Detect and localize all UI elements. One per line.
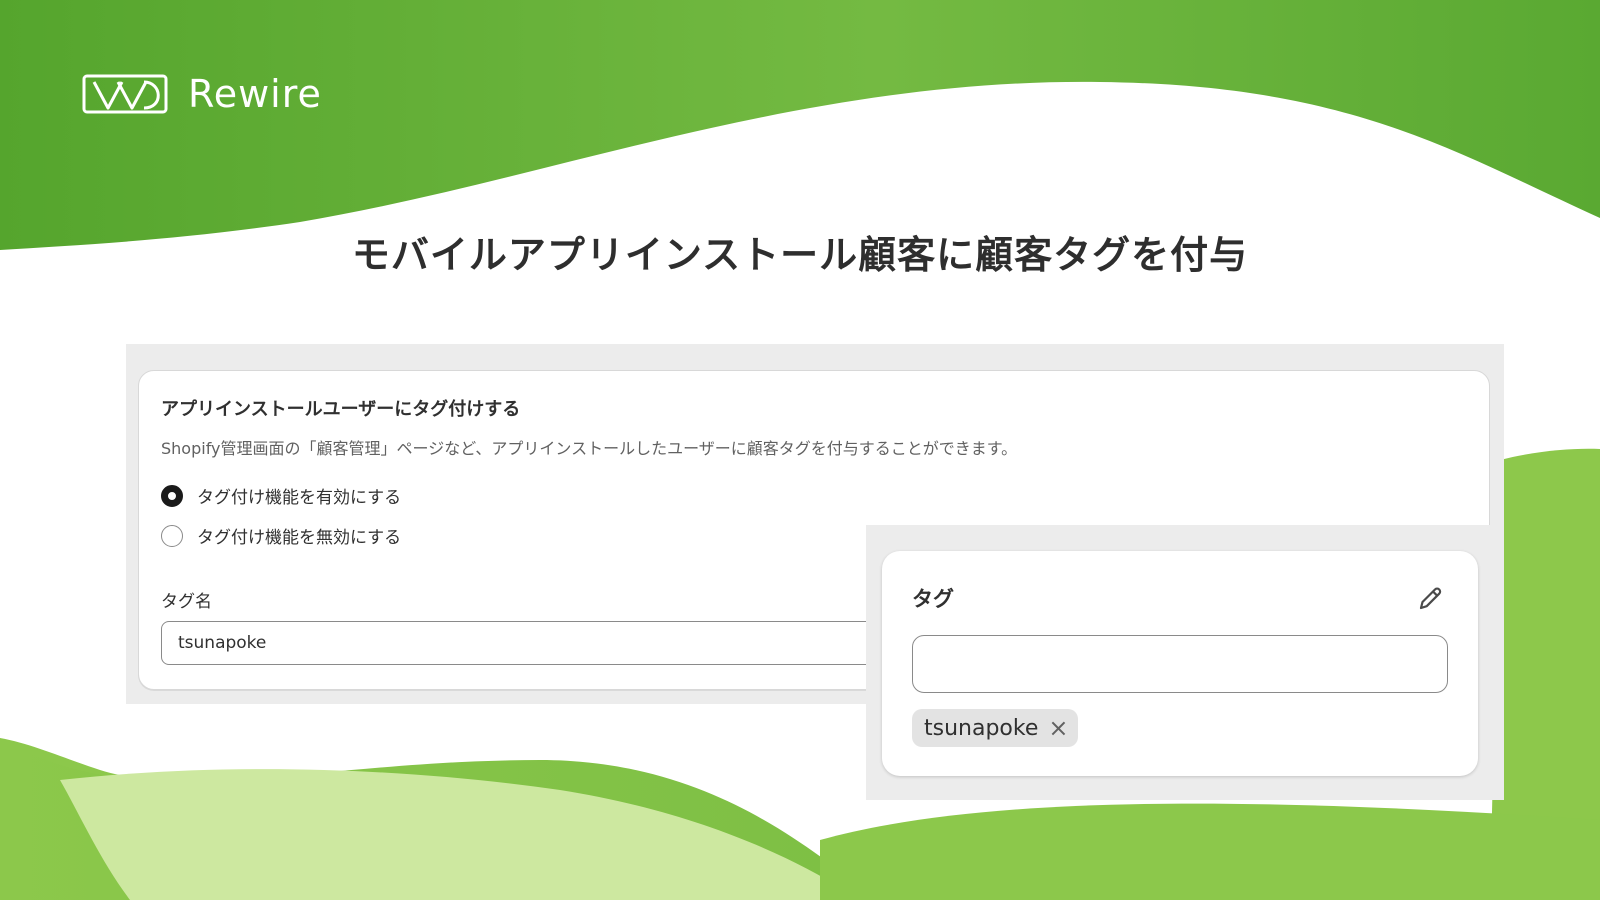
radio-button-unchecked[interactable]	[161, 524, 183, 547]
tag-name-value: tsunapoke	[178, 633, 267, 653]
brand-name: Rewire	[188, 72, 322, 116]
tag-chip-label: tsunapoke	[924, 715, 1039, 741]
radio-option-label: タグ付け機能を無効にする	[197, 528, 402, 548]
radio-option-enable[interactable]: タグ付け機能を有効にする	[161, 483, 401, 508]
tag-chip: tsunapoke ×	[912, 709, 1079, 747]
tags-input[interactable]	[912, 635, 1448, 693]
brand: Rewire	[82, 72, 322, 116]
page-headline: モバイルアプリインストール顧客に顧客タグを付与	[351, 233, 1249, 277]
tags-card: タグ tsunapoke ×	[882, 551, 1478, 776]
settings-card-description: Shopify管理画面の「顧客管理」ページなど、アプリインストールしたユーザーに…	[161, 439, 1018, 458]
tags-card-title: タグ	[912, 587, 954, 611]
tag-name-label: タグ名	[161, 592, 212, 612]
settings-card-title: アプリインストールユーザーにタグ付けする	[161, 399, 521, 420]
close-icon[interactable]: ×	[1048, 716, 1068, 740]
pencil-icon[interactable]	[1416, 585, 1444, 613]
radio-option-disable[interactable]: タグ付け機能を無効にする	[161, 523, 401, 548]
rewire-logo-icon	[82, 74, 168, 114]
radio-option-label: タグ付け機能を有効にする	[197, 488, 402, 508]
radio-button-checked[interactable]	[161, 484, 183, 507]
